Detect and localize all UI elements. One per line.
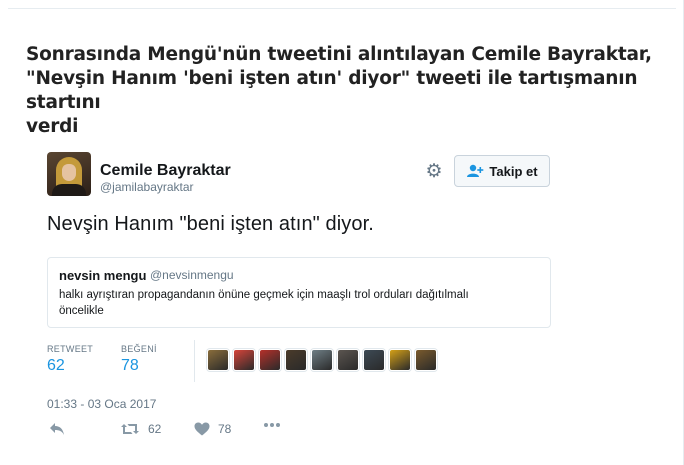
quoted-text-line-2: öncelikle — [59, 305, 104, 317]
retweet-button[interactable]: 62 — [120, 422, 161, 436]
tweet-timestamp[interactable]: 01:33 - 03 Oca 2017 — [47, 397, 156, 411]
author-handle[interactable]: @jamilabayraktar — [100, 180, 194, 194]
liker-avatar[interactable] — [207, 349, 229, 371]
retweet-stat-count[interactable]: 62 — [47, 357, 65, 375]
gear-icon[interactable]: ⚙ — [424, 162, 444, 182]
liker-avatar[interactable] — [415, 349, 437, 371]
liker-avatar[interactable] — [363, 349, 385, 371]
more-icon — [264, 423, 280, 427]
article-headline: Sonrasında Mengü'nün tweetini alıntılaya… — [26, 43, 676, 139]
follow-label: Takip et — [489, 163, 538, 179]
author-name[interactable]: Cemile Bayraktar — [100, 162, 231, 180]
quoted-author-name: nevsin mengu — [59, 268, 147, 283]
quoted-tweet-text: halkı ayrıştıran propagandanın önüne geç… — [59, 287, 539, 319]
like-button[interactable]: 78 — [194, 422, 231, 436]
like-stat-count[interactable]: 78 — [121, 357, 139, 375]
liker-avatar[interactable] — [259, 349, 281, 371]
add-user-icon — [467, 164, 484, 177]
quoted-author-handle: @nevsinmengu — [150, 268, 234, 282]
liker-avatar[interactable] — [311, 349, 333, 371]
liker-avatar[interactable] — [337, 349, 359, 371]
stats-divider — [194, 340, 195, 382]
quoted-tweet[interactable]: nevsin mengu @nevsinmengu halkı ayrıştır… — [47, 257, 551, 328]
liker-avatars — [207, 349, 437, 371]
more-button[interactable] — [263, 422, 281, 428]
retweet-icon — [121, 424, 139, 434]
liker-avatar[interactable] — [233, 349, 255, 371]
top-divider — [8, 8, 676, 9]
reply-icon — [50, 423, 64, 435]
liker-avatar[interactable] — [389, 349, 411, 371]
reply-button[interactable] — [49, 422, 65, 436]
quoted-text-line-1: halkı ayrıştıran propagandanın önüne geç… — [59, 289, 469, 301]
retweet-action-count: 62 — [148, 422, 162, 436]
author-avatar[interactable] — [47, 152, 91, 196]
headline-line-1: Sonrasında Mengü'nün tweetini alıntılaya… — [26, 44, 652, 65]
embedded-tweet: Cemile Bayraktar @jamilabayraktar ⚙ Taki… — [47, 152, 551, 452]
follow-button[interactable]: Takip et — [454, 155, 550, 187]
headline-line-2: "Nevşin Hanım 'beni işten atın' diyor" t… — [26, 68, 638, 113]
tweet-stats: RETWEET 62 BEĞENİ 78 — [47, 340, 551, 386]
heart-icon — [194, 422, 210, 436]
like-stat-label: BEĞENİ — [121, 344, 157, 354]
like-action-count: 78 — [218, 422, 232, 436]
retweet-stat-label: RETWEET — [47, 344, 94, 354]
tweet-actions: 62 78 — [47, 422, 551, 442]
headline-line-3: verdi — [26, 116, 79, 137]
tweet-text: Nevşin Hanım "beni işten atın" diyor. — [47, 213, 374, 235]
liker-avatar[interactable] — [285, 349, 307, 371]
